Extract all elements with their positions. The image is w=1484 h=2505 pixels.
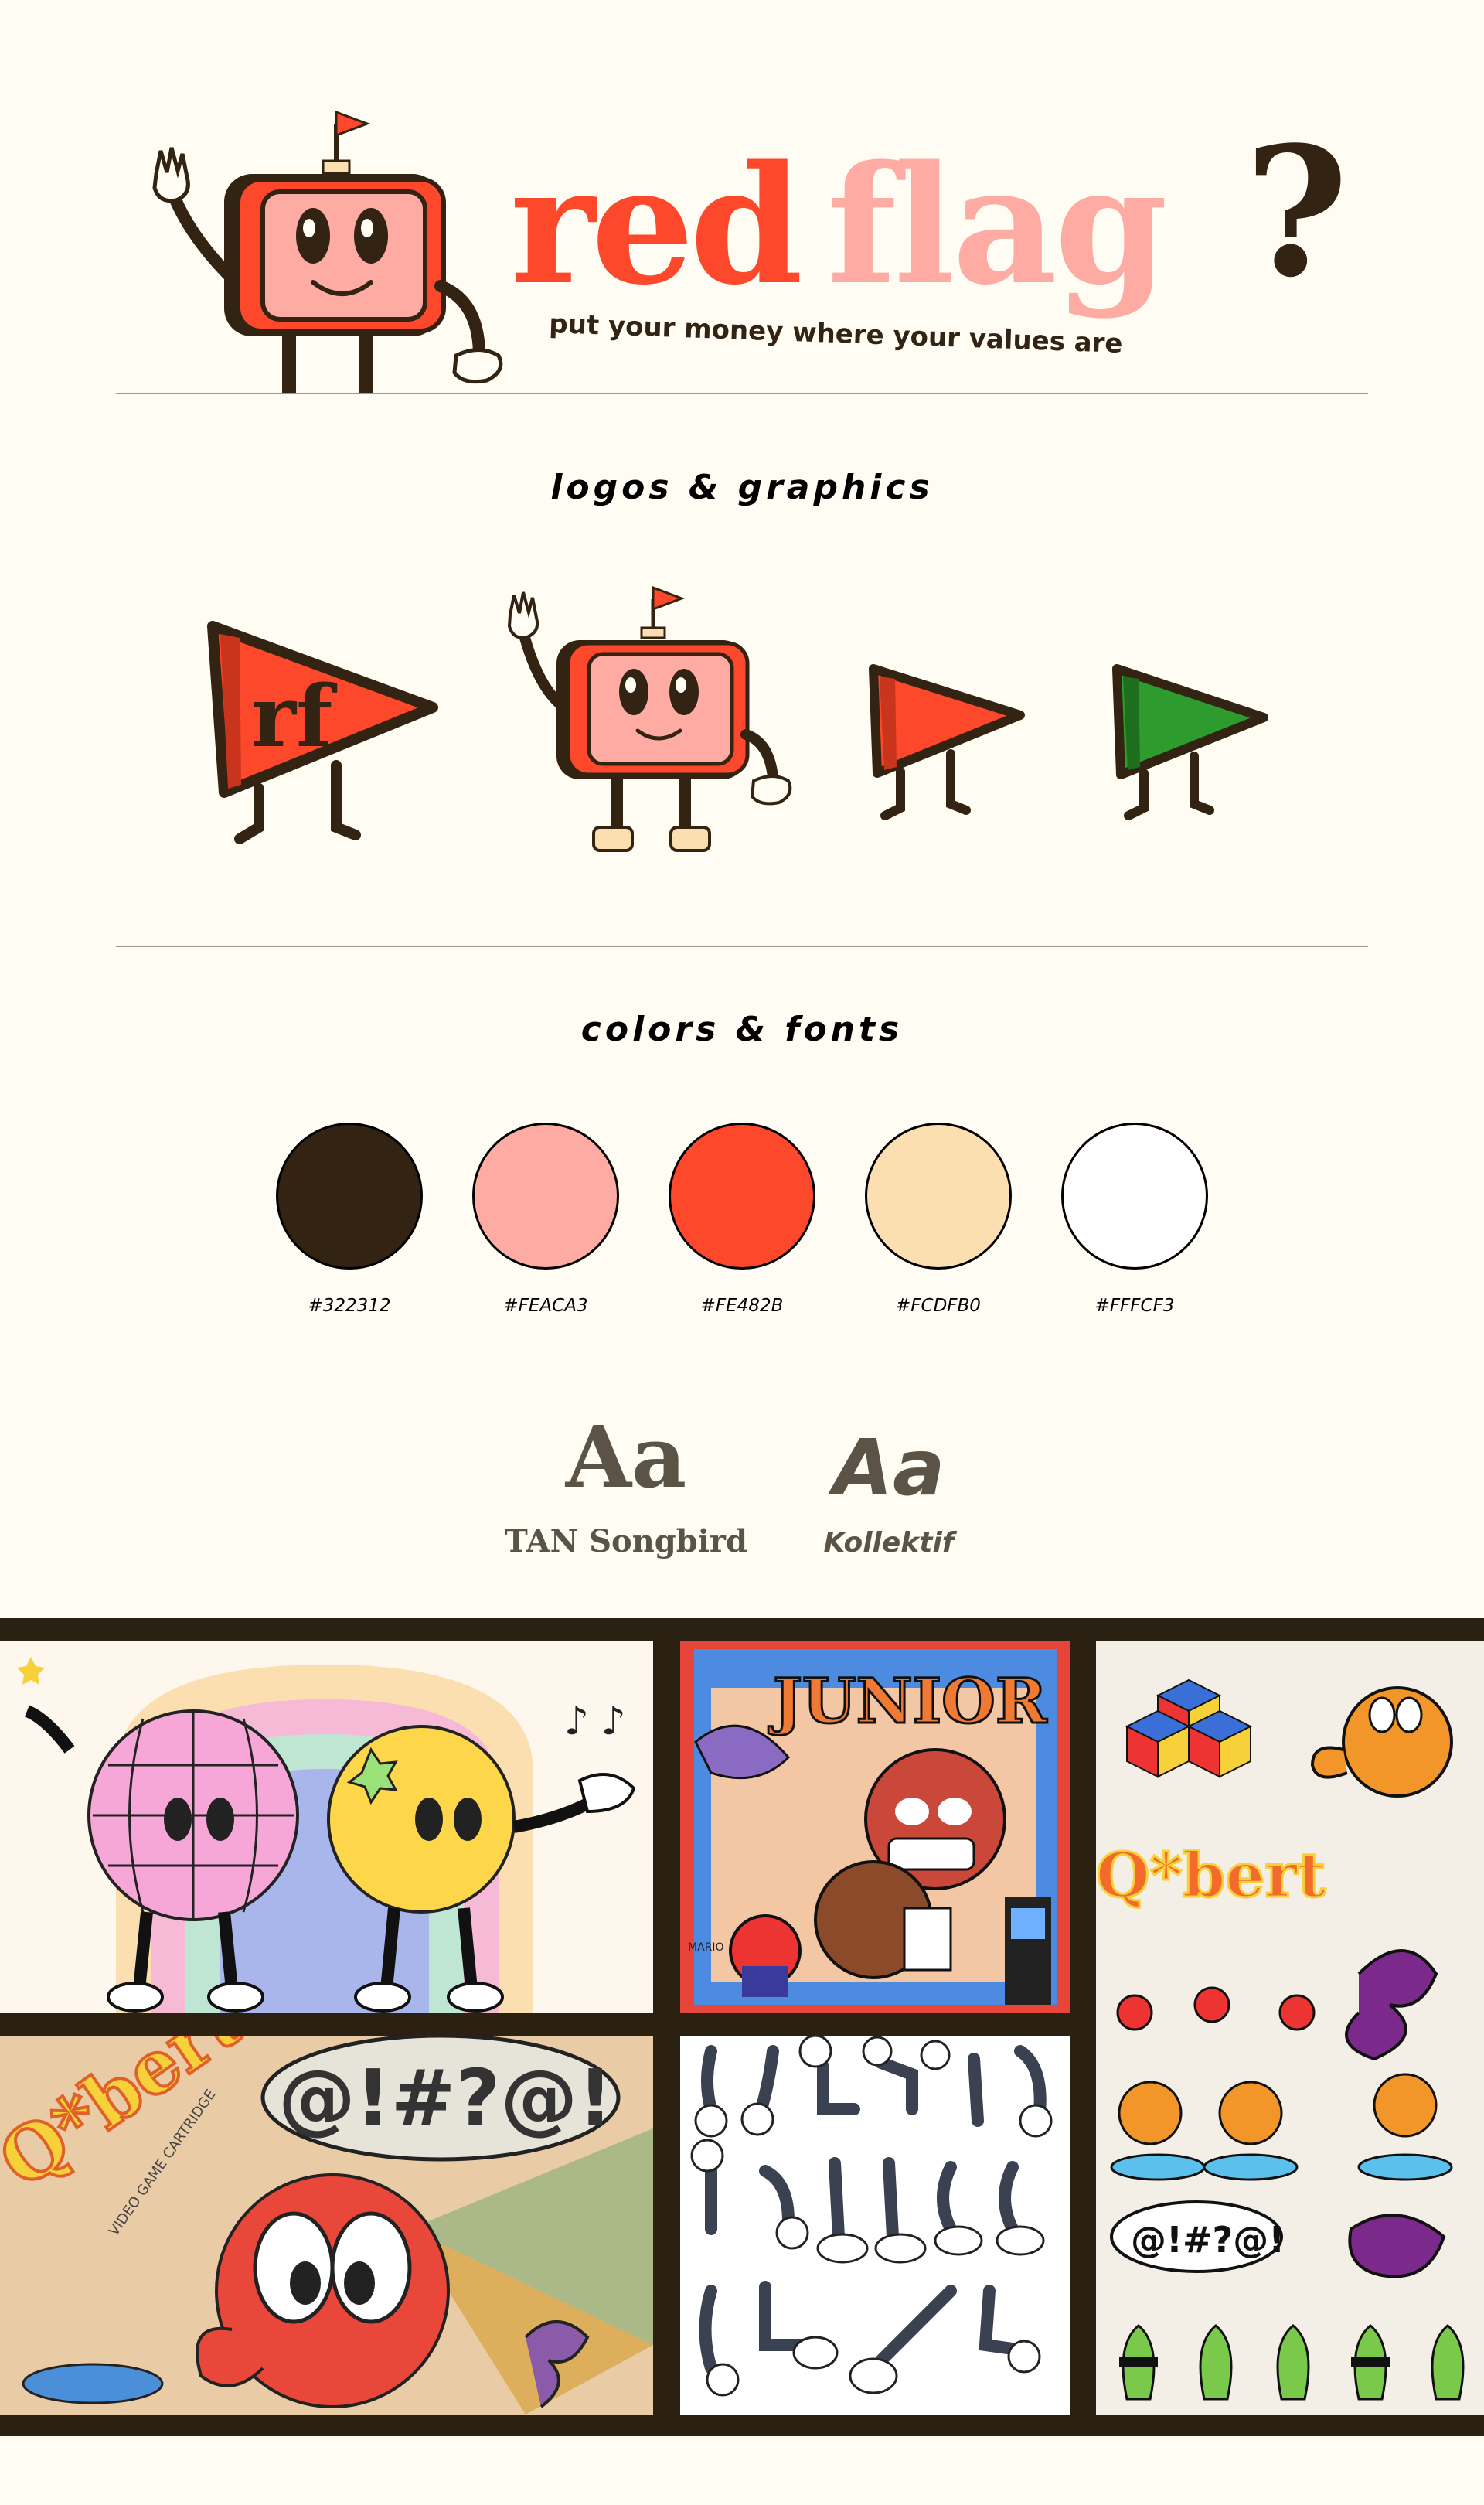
- mario-caption: MARIO: [688, 1941, 724, 1954]
- rf-pennant-logo-icon: rf: [207, 621, 438, 844]
- tv-mascot-icon: [507, 585, 792, 852]
- svg-text:♪ ♪: ♪ ♪: [564, 1699, 626, 1743]
- rf-monogram: rf: [251, 666, 338, 766]
- header-logo: red flag ? put your money where your val…: [152, 108, 1349, 394]
- font-name-kollektif: Kollektif: [823, 1527, 955, 1559]
- color-swatch-dark-brown: [276, 1123, 423, 1270]
- color-hex-label: #FCDFB0: [896, 1296, 981, 1316]
- tv-mascot-logo-icon: [152, 110, 503, 394]
- qbert-speech-bubble: @!#?@!: [1131, 2219, 1285, 2261]
- color-hex-label: #FE482B: [700, 1296, 784, 1316]
- divider: [116, 393, 1368, 394]
- font-sample-songbird: Aa: [565, 1407, 687, 1507]
- logos-row: rf: [207, 585, 1268, 852]
- moodboard-tile-disco-cookie: ♪ ♪: [0, 1641, 653, 2013]
- moodboard-tile-cartoon-limbs: [680, 2036, 1070, 2415]
- color-hex-label: #FEACA3: [503, 1296, 588, 1316]
- green-pennant-mascot-icon: [1112, 664, 1268, 820]
- section-title-logos: logos & graphics: [550, 468, 934, 507]
- dk-junior-title: JUNIOR: [768, 1665, 1047, 1737]
- color-hex-label: #322312: [308, 1296, 391, 1316]
- brand-question-mark: ?: [1244, 108, 1349, 317]
- brand-name-pink: flag: [827, 130, 1165, 321]
- moodboard: ♪ ♪ JUNIOR MARIO Q*bert @!#?@! Q*bert VI…: [0, 1618, 1484, 2436]
- moodboard-tile-dk-junior: JUNIOR MARIO: [680, 1641, 1070, 2013]
- qbert-title: Q*bert: [1096, 1839, 1326, 1911]
- brand-name-red: red: [510, 130, 799, 321]
- color-swatch-pink: [472, 1123, 619, 1270]
- color-swatch-cream: [1061, 1123, 1208, 1270]
- section-title-colors: colors & fonts: [580, 1010, 904, 1049]
- color-swatch-red: [669, 1123, 815, 1270]
- divider: [116, 946, 1368, 947]
- color-swatch-peach: [865, 1123, 1012, 1270]
- font-sample-kollektif: Aa: [832, 1423, 945, 1513]
- moodboard-tile-qbert-stickers: Q*bert @!#?@!: [1096, 1641, 1484, 2415]
- cartridge-speech-bubble: @!#?@!: [278, 2053, 613, 2143]
- moodboard-tile-qbert-cartridge: Q*bert VIDEO GAME CARTRIDGE @!#?@!: [0, 2036, 653, 2415]
- color-hex-label: #FFFCF3: [1094, 1296, 1175, 1316]
- font-name-songbird: TAN Songbird: [505, 1523, 747, 1559]
- red-pennant-mascot-icon: [869, 664, 1025, 820]
